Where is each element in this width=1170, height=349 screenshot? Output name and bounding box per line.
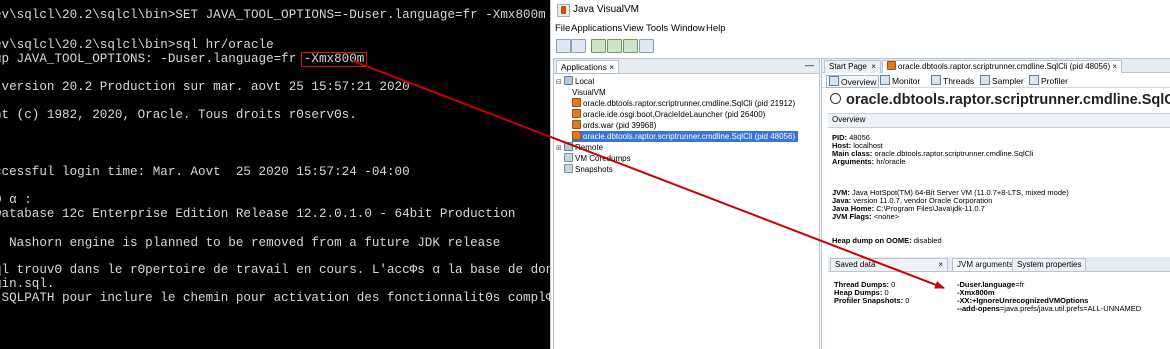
menu-tools[interactable]: Tools — [646, 23, 668, 34]
toolbar — [551, 37, 1170, 55]
tree-item-ords[interactable]: ords.war (pid 39968) — [572, 120, 656, 131]
tree-item-sqlcli-48056[interactable]: oracle.dbtools.raptor.scriptrunner.cmdli… — [572, 131, 799, 142]
java-app-icon — [572, 131, 581, 140]
overview-section-header[interactable]: Overview — [828, 113, 1170, 128]
menu-applications[interactable]: Applications — [571, 23, 622, 34]
terminal-line: Θ α : — [0, 193, 32, 207]
close-icon[interactable]: × — [938, 259, 943, 271]
tab-overview[interactable]: Overview — [826, 75, 880, 88]
add-coredump-icon[interactable] — [623, 39, 638, 53]
tab-threads[interactable]: Threads — [929, 75, 976, 86]
application-view: Start Page × oracle.dbtools.raptor.scrip… — [821, 58, 1170, 349]
menu-view[interactable]: View — [623, 23, 643, 34]
tree-item-remote[interactable]: ⊞ Remote — [556, 142, 603, 153]
tab-monitor[interactable]: Monitor — [878, 75, 922, 86]
visualvm-window: Java VisualVM File Applications View Too… — [550, 0, 1170, 349]
menu-bar: File Applications View Tools Window Help — [551, 20, 1170, 36]
tree-item-coredumps[interactable]: VM Coredumps — [556, 153, 631, 164]
menu-file[interactable]: File — [555, 23, 570, 34]
terminal-line: Database 12c Enterprise Edition Release … — [0, 207, 516, 221]
jvm-arg-add-opens: --add-opens=java.prefs/java.util.prefs=A… — [957, 304, 1142, 313]
monitor-icon — [880, 75, 890, 85]
running-icon — [830, 93, 841, 104]
add-remote-host-icon[interactable] — [607, 39, 622, 53]
remote-icon — [564, 142, 573, 151]
tab-system-properties[interactable]: System properties — [1012, 258, 1087, 271]
jvm-flags-row: JVM Flags: <none> — [832, 212, 900, 221]
tab-start-page[interactable]: Start Page × — [824, 60, 881, 73]
load-snapshot-icon[interactable] — [556, 39, 571, 53]
page-title: oracle.dbtools.raptor.scriptrunner.cmdli… — [830, 92, 1170, 108]
terminal-line: gin.sql. — [0, 277, 55, 291]
terminal-line: nt (c) 1982, 2020, Oracle. Tous droits r… — [0, 108, 357, 122]
terminal-line: ql trouvΘ dans le rΘpertoire de travail … — [0, 263, 550, 277]
terminal-line: ccessful login time: Mar. Aovt 25 2020 1… — [0, 165, 410, 179]
bottom-tab-strip: Saved data × JVM arguments System propert… — [828, 257, 1170, 272]
title-bar: Java VisualVM — [551, 0, 1170, 20]
sampler-icon — [980, 75, 990, 85]
terminal-line: SQLPATH pour inclure le chemin pour acti… — [0, 291, 550, 305]
java-app-icon — [887, 61, 896, 70]
terminal-line: up JAVA_TOOL_OPTIONS: -Duser.language=fr… — [0, 52, 368, 67]
heap-dump-oome-row: Heap dump on OOME: disabled — [832, 236, 942, 245]
tree-item-sqlcli-21912[interactable]: oracle.dbtools.raptor.scriptrunner.cmdli… — [572, 98, 795, 109]
terminal-line: : Nashorn engine is planned to be remove… — [0, 236, 501, 250]
tree-item-local[interactable]: ⊟ Local — [556, 76, 594, 87]
tree-item-oracleide[interactable]: oracle.ide.osgi.boot.OracleIdeLauncher (… — [572, 109, 765, 120]
add-jmx-connection-icon[interactable] — [591, 39, 606, 53]
minimize-icon[interactable]: — — [805, 60, 814, 70]
window-title: Java VisualVM — [573, 4, 639, 15]
java-app-icon — [572, 109, 581, 118]
terminal-line: ev\sqlcl\20.2\sqlcl\bin>SET JAVA_TOOL_OP… — [0, 8, 546, 22]
save-icon[interactable] — [571, 39, 586, 53]
terminal-line: ev\sqlcl\20.2\sqlcl\bin>sql hr/oracle — [0, 38, 274, 52]
tab-applications[interactable]: Applications × — [556, 60, 620, 73]
highlight-box: -Xmx800m — [300, 52, 368, 67]
java-app-icon — [572, 98, 581, 107]
coredump-icon — [564, 153, 573, 162]
tab-sampler[interactable]: Sampler — [978, 75, 1026, 86]
profiler-snapshots-row: Profiler Snapshots: 0 — [834, 296, 910, 305]
tab-profiler[interactable]: Profiler — [1027, 75, 1070, 86]
tab-saved-data[interactable]: Saved data × — [830, 258, 948, 271]
close-icon[interactable]: × — [609, 62, 614, 72]
snapshot-icon — [564, 164, 573, 173]
menu-help[interactable]: Help — [706, 23, 726, 34]
tree-item-visualvm[interactable]: VisualVM — [572, 87, 1131, 98]
overview-icon — [829, 76, 839, 86]
menu-window[interactable]: Window — [671, 23, 705, 34]
threads-icon — [931, 75, 941, 85]
terminal-line: version 20.2 Production sur mar. aovt 25… — [0, 80, 410, 94]
arguments-row: Arguments: hr/oracle — [832, 157, 906, 166]
host-icon — [564, 76, 573, 85]
tree-item-snapshots[interactable]: Snapshots — [556, 164, 613, 175]
profiler-icon — [1029, 75, 1039, 85]
close-icon[interactable]: × — [1112, 62, 1117, 71]
tab-sqlcli-48056[interactable]: oracle.dbtools.raptor.scriptrunner.cmdli… — [882, 60, 1123, 73]
visualvm-app-icon — [557, 4, 570, 17]
load-app-snapshot-icon[interactable] — [639, 39, 654, 53]
java-app-icon — [572, 120, 581, 129]
applications-panel: Applications × — ⊟ Local VisualVM oracle.… — [553, 58, 1131, 349]
tab-jvm-arguments[interactable]: JVM arguments — [952, 258, 1019, 271]
close-icon[interactable]: × — [871, 62, 876, 71]
terminal-window: ev\sqlcl\20.2\sqlcl\bin>SET JAVA_TOOL_OP… — [0, 0, 550, 349]
